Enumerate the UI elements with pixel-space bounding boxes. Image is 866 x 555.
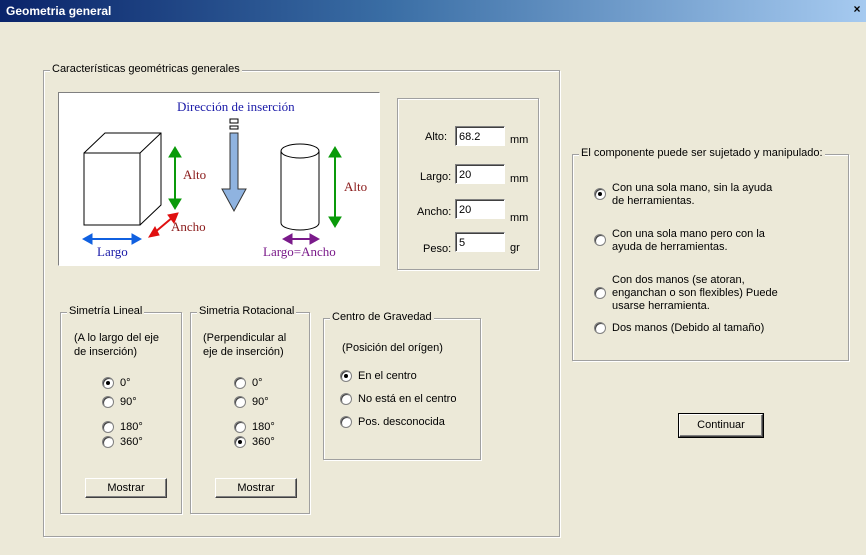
lineal-label-90: 90° xyxy=(120,396,137,408)
peso-input[interactable] xyxy=(455,232,505,252)
simetria-rotacional-desc2: eje de inserción) xyxy=(203,346,284,358)
cylinder-icon xyxy=(280,143,320,231)
rotacional-mostrar-button[interactable]: Mostrar xyxy=(215,478,297,498)
sujecion-label-3: Dos manos (Debido al tamaño) xyxy=(612,322,765,334)
insertion-label: Dirección de inserción xyxy=(177,99,295,114)
centro-label-0: En el centro xyxy=(358,370,417,382)
sujecion-label-2a: Con dos manos (se atoran, xyxy=(612,274,745,286)
geometry-diagram-svg: Alto Ancho Largo Dirección de inserción xyxy=(81,99,367,259)
lineal-radio-360[interactable] xyxy=(102,436,114,448)
peso-unit: gr xyxy=(510,242,520,254)
rotacional-radio-0[interactable] xyxy=(234,377,246,389)
centro-gravedad-legend: Centro de Gravedad xyxy=(330,311,434,323)
largo-label: Largo xyxy=(97,244,128,259)
lineal-radio-0[interactable] xyxy=(102,377,114,389)
sujecion-radio-0[interactable] xyxy=(594,188,606,200)
centro-label-1: No está en el centro xyxy=(358,393,457,405)
ancho-unit: mm xyxy=(510,212,529,224)
sujecion-label-1a: Con una sola mano pero con la xyxy=(612,228,765,240)
alto-dim-label: Alto: xyxy=(425,131,448,143)
simetria-lineal-desc2: de inserción) xyxy=(74,346,137,358)
largo-input[interactable] xyxy=(455,164,505,184)
centro-label-2: Pos. desconocida xyxy=(358,416,445,428)
alto-input[interactable] xyxy=(455,126,505,146)
largo-ancho-label: Largo=Ancho xyxy=(263,244,336,259)
alto-left-label: Alto xyxy=(183,167,206,182)
simetria-rotacional-desc1: (Perpendicular al xyxy=(203,332,287,344)
centro-gravedad-group: Centro de Gravedad xyxy=(323,311,481,460)
sujecion-label-2c: usarse herramienta. xyxy=(612,300,710,312)
simetria-lineal-desc1: (A lo largo del eje xyxy=(74,332,159,344)
lineal-radio-90[interactable] xyxy=(102,396,114,408)
rotacional-radio-360[interactable] xyxy=(234,436,246,448)
centro-radio-2[interactable] xyxy=(340,416,352,428)
alto-arrow-right xyxy=(328,146,342,228)
lineal-label-0: 0° xyxy=(120,377,131,389)
centro-gravedad-desc: (Posición del orígen) xyxy=(342,342,443,354)
sujecion-radio-1[interactable] xyxy=(594,234,606,246)
lineal-label-360: 360° xyxy=(120,436,143,448)
rotacional-label-90: 90° xyxy=(252,396,269,408)
centro-radio-1[interactable] xyxy=(340,393,352,405)
ancho-dim-label: Ancho: xyxy=(417,206,452,218)
lineal-mostrar-button[interactable]: Mostrar xyxy=(85,478,167,498)
sujecion-label-0b: de herramientas. xyxy=(612,195,695,207)
rotacional-radio-90[interactable] xyxy=(234,396,246,408)
sujecion-label-2b: enganchan o son flexibles) Puede xyxy=(612,287,778,299)
centro-radio-0[interactable] xyxy=(340,370,352,382)
continuar-button[interactable]: Continuar xyxy=(678,413,764,438)
simetria-rotacional-legend: Simetria Rotacional xyxy=(197,305,297,317)
rotacional-label-0: 0° xyxy=(252,377,263,389)
rotacional-radio-180[interactable] xyxy=(234,421,246,433)
sujecion-label-0a: Con una sola mano, sin la ayuda xyxy=(612,182,773,194)
rotacional-label-360: 360° xyxy=(252,436,275,448)
caracteristicas-legend: Características geométricas generales xyxy=(50,63,242,75)
alto-unit: mm xyxy=(510,134,529,146)
largo-unit: mm xyxy=(510,173,529,185)
title-bar: Geometria general × xyxy=(0,0,866,22)
insertion-arrow-icon xyxy=(221,118,247,213)
cube-icon xyxy=(83,132,162,226)
largo-dim-label: Largo: xyxy=(420,171,452,183)
largo-arrow xyxy=(81,233,143,245)
alto-right-label: Alto xyxy=(344,179,367,194)
lineal-radio-180[interactable] xyxy=(102,421,114,433)
simetria-lineal-legend: Simetría Lineal xyxy=(67,305,145,317)
largo-ancho-arrow xyxy=(281,233,321,245)
peso-dim-label: Peso: xyxy=(423,243,452,255)
sujecion-radio-2[interactable] xyxy=(594,287,606,299)
lineal-label-180: 180° xyxy=(120,421,143,433)
sujecion-legend: El componente puede ser sujetado y manip… xyxy=(579,147,825,159)
sujecion-radio-3[interactable] xyxy=(594,322,606,334)
window-title: Geometria general xyxy=(6,4,112,18)
rotacional-label-180: 180° xyxy=(252,421,275,433)
ancho-input[interactable] xyxy=(455,199,505,219)
close-icon[interactable]: × xyxy=(850,2,864,16)
sujecion-label-1b: ayuda de herramientas. xyxy=(612,241,728,253)
alto-arrow-left xyxy=(168,146,182,210)
geometry-illustration: Alto Ancho Largo Dirección de inserción xyxy=(58,92,380,266)
ancho-label: Ancho xyxy=(171,219,206,234)
